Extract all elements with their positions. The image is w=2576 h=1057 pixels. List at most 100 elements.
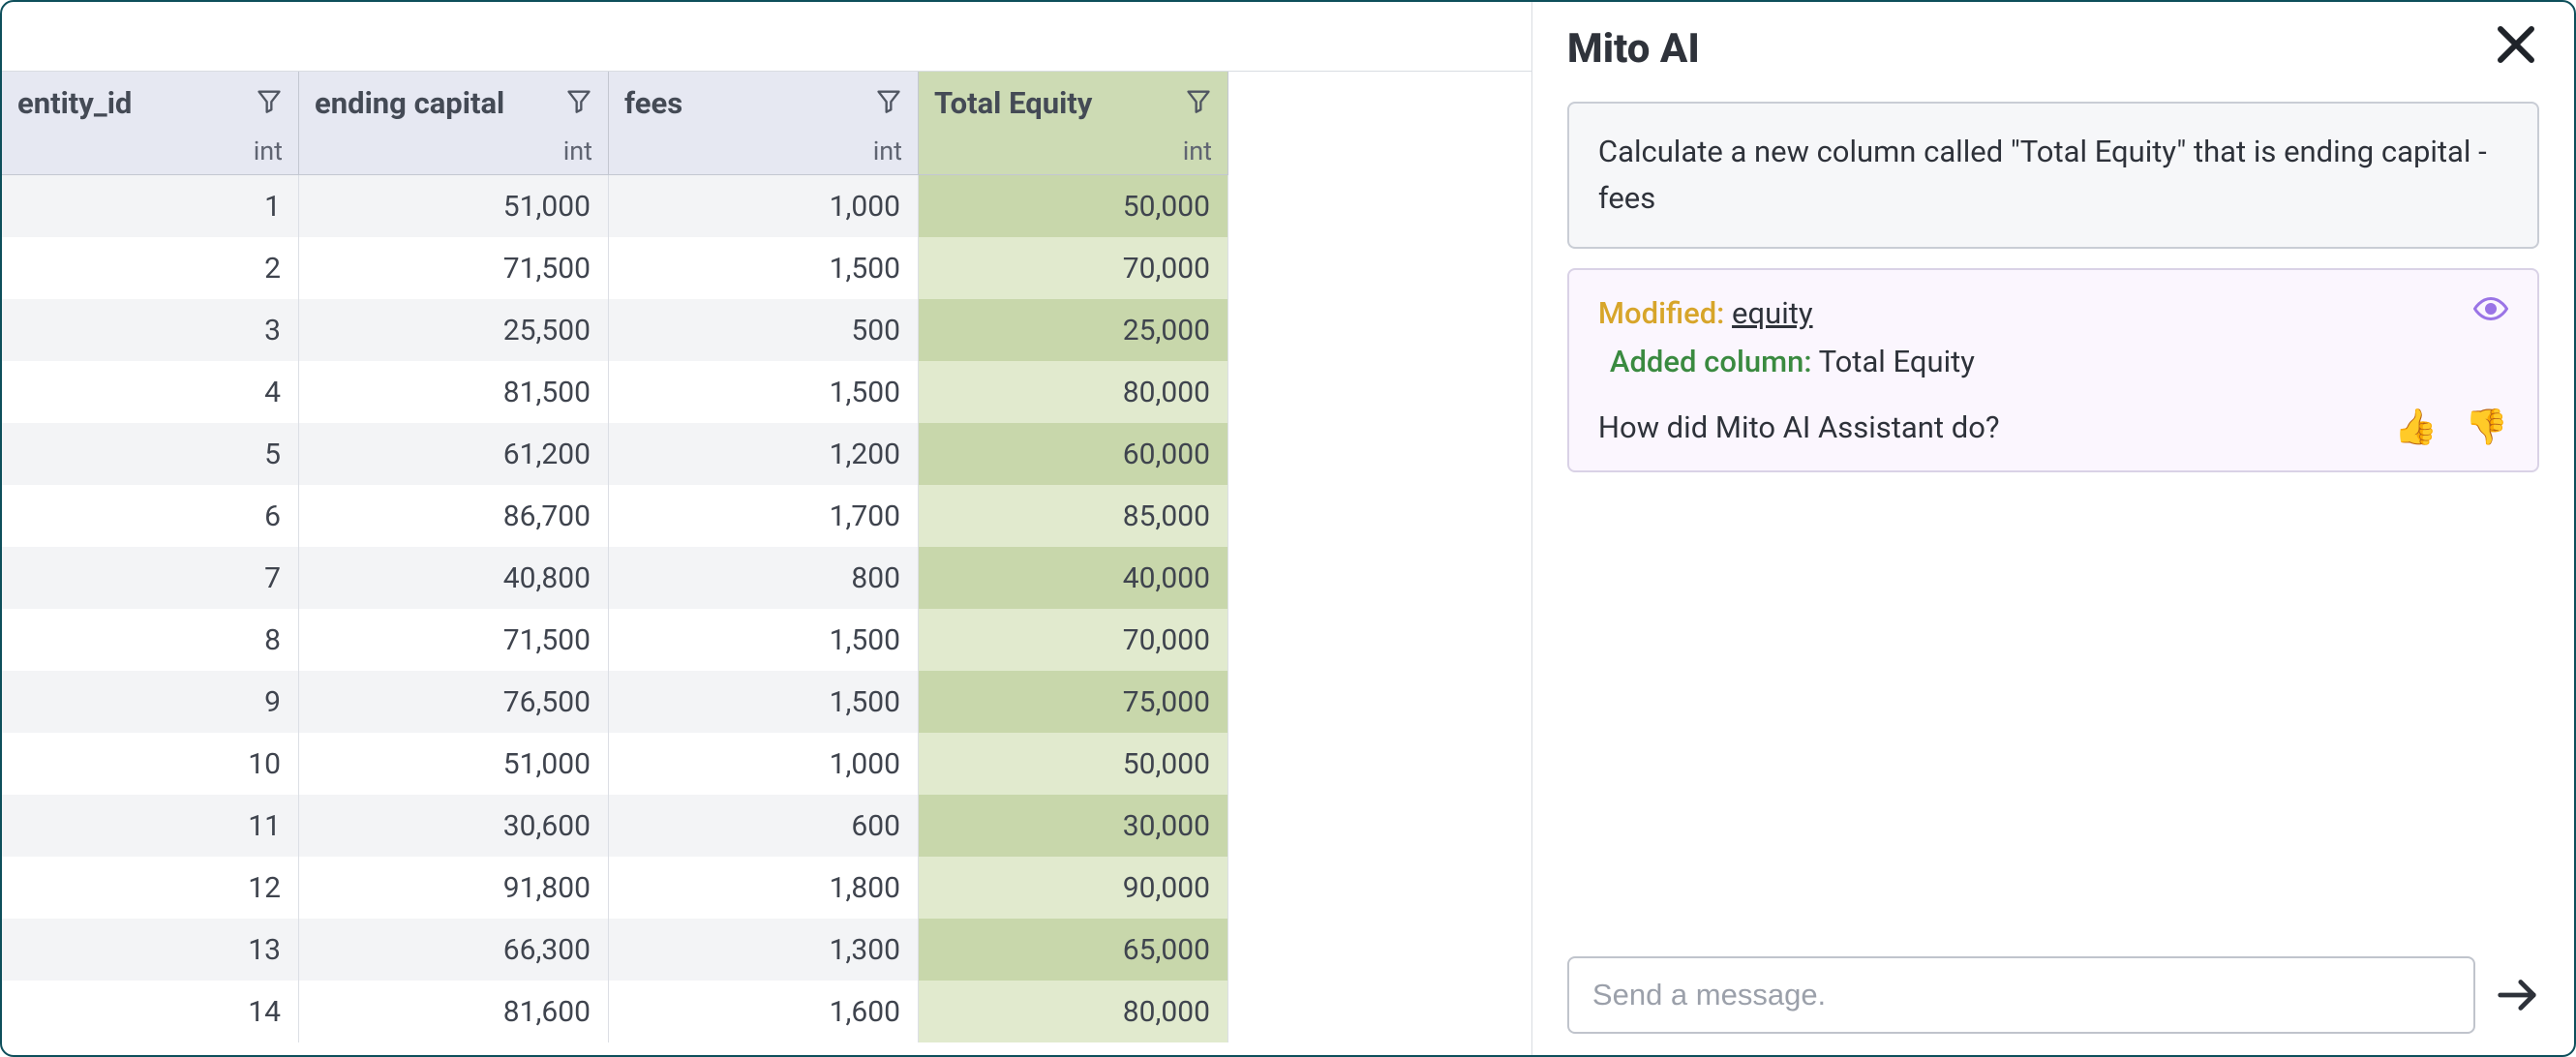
grid-cell[interactable]: 50,000 <box>919 733 1228 795</box>
grid-cell[interactable]: 9 <box>2 671 299 733</box>
table-row: 686,7001,70085,000 <box>2 485 1531 547</box>
grid-cell[interactable]: 70,000 <box>919 609 1228 671</box>
grid-cell[interactable]: 51,000 <box>299 175 609 237</box>
grid-cell[interactable]: 30,000 <box>919 795 1228 857</box>
grid-cell[interactable]: 10 <box>2 733 299 795</box>
column-dtype: int <box>934 136 1212 166</box>
grid-cell[interactable]: 1,500 <box>609 237 919 299</box>
table-row: 1291,8001,80090,000 <box>2 857 1531 919</box>
table-row: 1130,60060030,000 <box>2 795 1531 857</box>
filter-icon[interactable] <box>556 85 592 118</box>
grid-cell[interactable]: 6 <box>2 485 299 547</box>
grid-cell[interactable]: 5 <box>2 423 299 485</box>
grid-cell[interactable]: 80,000 <box>919 361 1228 423</box>
column-header[interactable]: Total Equityint <box>919 72 1228 175</box>
ai-prompt-card: Calculate a new column called "Total Equ… <box>1567 102 2539 249</box>
table-row: 1481,6001,60080,000 <box>2 981 1531 1042</box>
grid-cell[interactable]: 3 <box>2 299 299 361</box>
grid-cell[interactable]: 1,000 <box>609 175 919 237</box>
grid-cell[interactable]: 80,000 <box>919 981 1228 1042</box>
grid-cell[interactable]: 1,700 <box>609 485 919 547</box>
grid-cell[interactable]: 800 <box>609 547 919 609</box>
grid-cell[interactable]: 2 <box>2 237 299 299</box>
grid-cell[interactable]: 81,500 <box>299 361 609 423</box>
grid-cell[interactable]: 71,500 <box>299 237 609 299</box>
grid-cell[interactable]: 90,000 <box>919 857 1228 919</box>
grid-cell[interactable]: 1,800 <box>609 857 919 919</box>
grid-cell[interactable]: 1,500 <box>609 671 919 733</box>
grid-cell[interactable]: 76,500 <box>299 671 609 733</box>
table-row: 151,0001,00050,000 <box>2 175 1531 237</box>
grid-cell[interactable]: 1,300 <box>609 919 919 981</box>
grid-body: 151,0001,00050,000271,5001,50070,000325,… <box>2 175 1531 1042</box>
column-dtype: int <box>624 136 902 166</box>
grid-cell[interactable]: 85,000 <box>919 485 1228 547</box>
grid-cell[interactable]: 65,000 <box>919 919 1228 981</box>
grid-cell[interactable]: 4 <box>2 361 299 423</box>
ai-modified-label: Modified: <box>1598 295 1724 331</box>
grid-cell[interactable]: 1,600 <box>609 981 919 1042</box>
grid-cell[interactable]: 7 <box>2 547 299 609</box>
grid-cell[interactable]: 500 <box>609 299 919 361</box>
ai-feedback-row: How did Mito AI Assistant do? 👍 👎 <box>1598 407 2508 447</box>
column-header[interactable]: feesint <box>609 72 919 175</box>
filter-icon[interactable] <box>1175 85 1212 118</box>
grid-cell[interactable]: 71,500 <box>299 609 609 671</box>
column-dtype: int <box>17 136 283 166</box>
grid-cell[interactable]: 91,800 <box>299 857 609 919</box>
grid-cell[interactable]: 14 <box>2 981 299 1042</box>
thumbs-down-icon[interactable]: 👎 <box>2465 407 2508 447</box>
grid-cell[interactable]: 51,000 <box>299 733 609 795</box>
grid-cell[interactable]: 11 <box>2 795 299 857</box>
ai-message-input[interactable] <box>1567 956 2475 1034</box>
grid-cell[interactable]: 1,000 <box>609 733 919 795</box>
close-icon[interactable] <box>2493 21 2539 72</box>
grid-cell[interactable]: 50,000 <box>919 175 1228 237</box>
ai-input-row <box>1567 956 2539 1034</box>
ai-result-card: Modified: equity Added column: Total Equ… <box>1567 268 2539 472</box>
thumbs-up-icon[interactable]: 👍 <box>2394 407 2438 447</box>
table-row: 271,5001,50070,000 <box>2 237 1531 299</box>
grid-cell[interactable]: 70,000 <box>919 237 1228 299</box>
table-row: 871,5001,50070,000 <box>2 609 1531 671</box>
eye-icon[interactable] <box>2473 291 2508 334</box>
grid-cell[interactable]: 8 <box>2 609 299 671</box>
column-header[interactable]: ending capitalint <box>299 72 609 175</box>
grid-cell[interactable]: 81,600 <box>299 981 609 1042</box>
column-header[interactable]: entity_idint <box>2 72 299 175</box>
send-icon[interactable] <box>2495 973 2539 1017</box>
grid-cell[interactable]: 1,500 <box>609 361 919 423</box>
grid-cell[interactable]: 40,800 <box>299 547 609 609</box>
grid-header-row: entity_idintending capitalintfeesintTota… <box>2 72 1531 175</box>
grid-cell[interactable]: 60,000 <box>919 423 1228 485</box>
table-row: 325,50050025,000 <box>2 299 1531 361</box>
filter-icon[interactable] <box>865 85 902 118</box>
grid-cell[interactable]: 1,200 <box>609 423 919 485</box>
ai-modified-target[interactable]: equity <box>1732 295 1813 331</box>
ai-result-added-row: Added column: Total Equity <box>1610 344 2508 379</box>
grid-cell[interactable]: 1,500 <box>609 609 919 671</box>
table-row: 740,80080040,000 <box>2 547 1531 609</box>
spreadsheet-pane: entity_idintending capitalintfeesintTota… <box>2 2 1532 1055</box>
grid-cell[interactable]: 13 <box>2 919 299 981</box>
grid-cell[interactable]: 25,500 <box>299 299 609 361</box>
table-row: 1051,0001,00050,000 <box>2 733 1531 795</box>
grid-cell[interactable]: 600 <box>609 795 919 857</box>
ai-header: Mito AI <box>1567 25 2539 73</box>
grid-cell[interactable]: 40,000 <box>919 547 1228 609</box>
grid-cell[interactable]: 75,000 <box>919 671 1228 733</box>
spreadsheet-toolbar <box>2 2 1531 72</box>
grid-cell[interactable]: 1 <box>2 175 299 237</box>
grid-cell[interactable]: 12 <box>2 857 299 919</box>
spreadsheet-grid: entity_idintending capitalintfeesintTota… <box>2 72 1531 1055</box>
column-title: ending capital <box>315 85 504 121</box>
filter-icon[interactable] <box>246 85 283 118</box>
grid-cell[interactable]: 61,200 <box>299 423 609 485</box>
grid-cell[interactable]: 86,700 <box>299 485 609 547</box>
ai-pane: Mito AI Calculate a new column called "T… <box>1532 2 2574 1055</box>
grid-cell[interactable]: 30,600 <box>299 795 609 857</box>
ai-result-modified-row: Modified: equity <box>1598 291 2508 334</box>
grid-cell[interactable]: 25,000 <box>919 299 1228 361</box>
column-title: entity_id <box>17 85 132 121</box>
grid-cell[interactable]: 66,300 <box>299 919 609 981</box>
